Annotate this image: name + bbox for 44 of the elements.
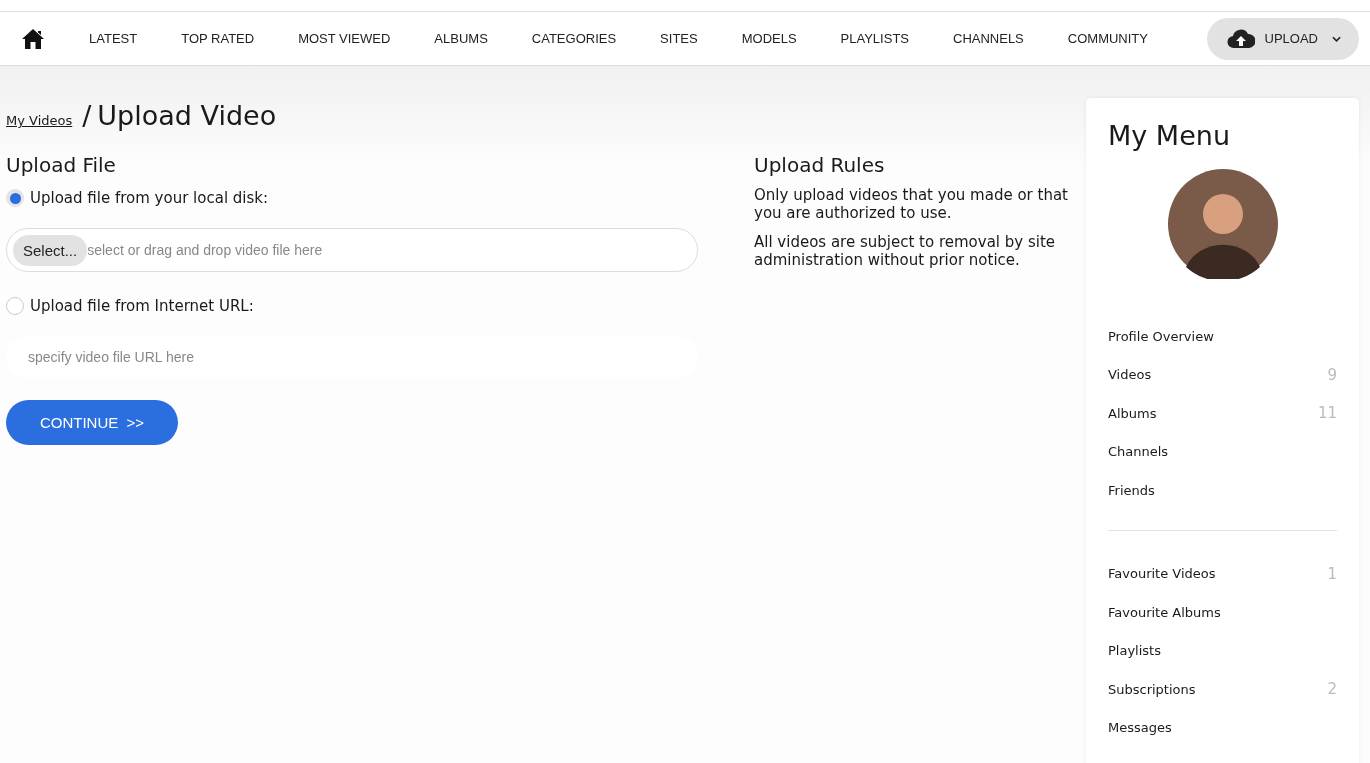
nav-link[interactable]: MOST VIEWED <box>298 31 391 46</box>
menu-link[interactable]: Favourite Albums <box>1108 604 1221 620</box>
menu-link[interactable]: Albums <box>1108 405 1157 421</box>
home-icon[interactable] <box>21 27 45 50</box>
count: 9 <box>1327 365 1337 384</box>
radio-button[interactable] <box>6 297 24 315</box>
radio-button[interactable] <box>6 189 24 207</box>
menu-link[interactable]: Videos <box>1108 367 1152 383</box>
nav-link[interactable]: COMMUNITY <box>1067 31 1148 46</box>
nav-link[interactable]: MODELS <box>741 31 797 46</box>
menu-link[interactable]: Playlists <box>1108 643 1161 659</box>
menu-link[interactable]: Friends <box>1108 482 1155 498</box>
rule-text: Only upload videos that you made or that you are authorized to use. <box>754 186 1069 222</box>
upload-button[interactable]: UPLOAD <box>1206 17 1359 60</box>
drop-input[interactable]: select or drag and drop video file here <box>87 242 691 258</box>
breadcrumb-link[interactable]: My Videos <box>6 113 73 128</box>
count: 2 <box>1327 680 1337 699</box>
nav-link[interactable]: PLAYLISTS <box>840 31 909 46</box>
breadcrumb-separator: / <box>82 100 92 131</box>
menu-link[interactable]: Favourite Videos <box>1108 566 1216 582</box>
nav-link[interactable]: ALBUMS <box>434 31 488 46</box>
nav-link[interactable]: CHANNELS <box>953 31 1024 46</box>
radio-label: Upload file from your local disk: <box>30 189 269 207</box>
caret-icon <box>1332 35 1341 42</box>
select-button[interactable]: Select... <box>13 234 88 266</box>
nav-link[interactable]: CATEGORIES <box>531 31 617 46</box>
page-title: Upload Video <box>97 100 277 131</box>
count: 1 <box>1327 564 1337 583</box>
menu-link[interactable]: Channels <box>1108 444 1169 460</box>
file-field[interactable]: Select... select or drag and drop video file here <box>6 228 698 272</box>
menu-link[interactable]: Subscriptions <box>1108 681 1196 697</box>
nav-link[interactable]: TOP RATED <box>181 31 255 46</box>
nav-link[interactable]: LATEST <box>89 31 138 46</box>
section-heading: Upload File <box>6 153 117 177</box>
menu-link[interactable]: Profile Overview <box>1108 328 1214 344</box>
nav-link[interactable]: SITES <box>660 31 698 46</box>
cloud-upload-icon <box>1226 27 1255 50</box>
section-heading: Upload Rules <box>754 153 886 177</box>
menu-link[interactable]: Messages <box>1108 720 1172 736</box>
count: 11 <box>1317 404 1337 423</box>
menu-title: My Menu <box>1108 120 1231 151</box>
rule-text: All videos are subject to removal by site administration without prior notice. <box>754 233 1057 269</box>
radio-label: Upload file from Internet URL: <box>30 297 254 315</box>
continue-button[interactable]: CONTINUE >> <box>6 400 178 445</box>
